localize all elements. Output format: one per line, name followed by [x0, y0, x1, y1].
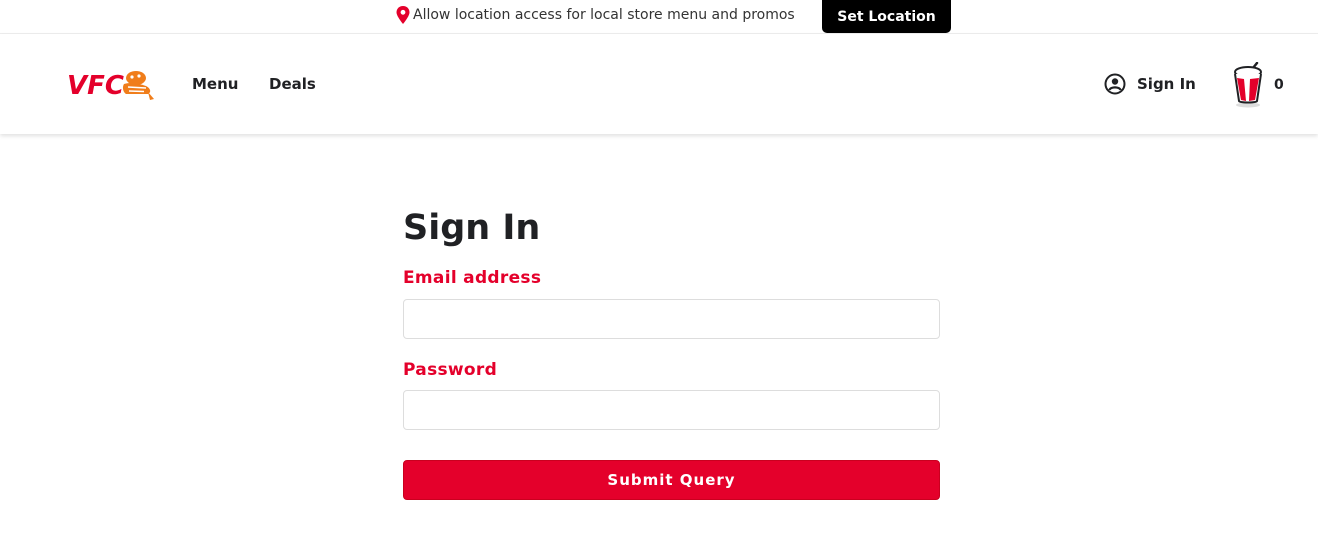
header-sign-in-label: Sign In	[1137, 75, 1196, 93]
location-pin-icon	[396, 6, 410, 24]
bucket-icon	[1234, 62, 1262, 108]
logo-text: VFC	[67, 71, 124, 101]
header-sign-in-link[interactable]: Sign In	[1104, 73, 1196, 95]
vfc-logo[interactable]: VFC	[66, 66, 156, 102]
chicken-leg-icon	[122, 71, 154, 100]
user-circle-icon	[1104, 73, 1126, 95]
cart-count: 0	[1274, 77, 1284, 93]
password-label: Password	[403, 360, 498, 380]
site-header: VFC Menu Deals Sign In 0	[0, 34, 1318, 134]
nav-deals-link[interactable]: Deals	[269, 75, 316, 93]
set-location-button[interactable]: Set Location	[822, 0, 951, 33]
nav-menu-link[interactable]: Menu	[192, 75, 238, 93]
location-message-text: Allow location access for local store me…	[413, 7, 795, 23]
submit-button[interactable]: Submit Query	[403, 460, 940, 500]
email-label: Email address	[403, 268, 542, 288]
cart-button[interactable]: 0	[1230, 62, 1284, 108]
location-banner: Allow location access for local store me…	[0, 0, 1318, 34]
sign-in-form: Sign In Email address Password Submit Qu…	[403, 206, 940, 500]
email-field[interactable]	[403, 299, 940, 339]
location-message: Allow location access for local store me…	[396, 6, 795, 24]
password-field[interactable]	[403, 390, 940, 430]
page-title: Sign In	[403, 208, 541, 248]
